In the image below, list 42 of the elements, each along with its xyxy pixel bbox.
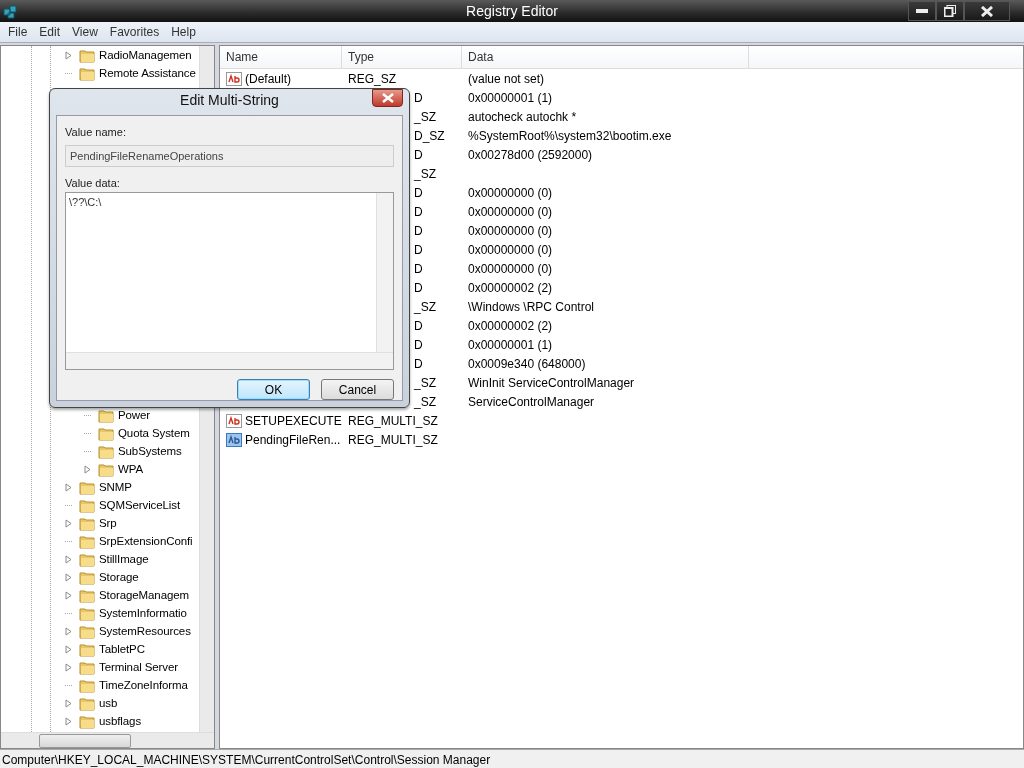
value-type: D (414, 242, 423, 257)
field-label: Value name: (65, 126, 127, 140)
value-type: D (414, 280, 423, 295)
value-type: REG_MULTI_SZ (348, 432, 438, 447)
value-data: %SystemRoot%\system32\bootim.exe (468, 128, 672, 143)
value-type: D (414, 261, 423, 276)
dialog-title: Edit Multi-String (180, 92, 279, 108)
value-data: autocheck autochk * (468, 109, 577, 124)
value-type: D (414, 223, 423, 238)
value-data: 0x00000002 (2) (468, 280, 553, 295)
value-type: _SZ (414, 109, 436, 124)
window-title: Registry Editor (466, 3, 558, 19)
value-type: D (414, 185, 423, 200)
value-type: D (414, 147, 423, 162)
value-data: WinInit ServiceControlManager (468, 375, 635, 390)
value-data: (value not set) (468, 71, 545, 86)
value-type: D_SZ (414, 128, 445, 143)
value-type: _SZ (414, 299, 436, 314)
value-data: 0x00000000 (0) (468, 242, 553, 257)
value-type: D (414, 356, 423, 371)
value-type: _SZ (414, 394, 436, 409)
value-data: 0x00278d00 (2592000) (468, 147, 593, 162)
value-type: _SZ (414, 166, 436, 181)
value-type: D (414, 318, 423, 333)
value-type: D (414, 90, 423, 105)
value-type: D (414, 204, 423, 219)
value-type: _SZ (414, 375, 436, 390)
value-data: 0x00000001 (1) (468, 337, 553, 352)
value-data: 0x00000001 (1) (468, 90, 553, 105)
field-label: Value data: (65, 177, 121, 191)
value-data: 0x00000002 (2) (468, 318, 553, 333)
status-path: Computer\HKEY_LOCAL_MACHINE\SYSTEM\CurrentControlSet\Control\Session Manager (2, 753, 491, 767)
value-type: REG_MULTI_SZ (348, 413, 438, 428)
value-type: D (414, 337, 423, 352)
value-data: \Windows \RPC Control (468, 299, 595, 314)
value-data: 0x00000000 (0) (468, 223, 553, 238)
value-data: 0x00000000 (0) (468, 185, 553, 200)
value-data: 0x0009e340 (648000) (468, 356, 586, 371)
value-data: ServiceControlManager (468, 394, 595, 409)
value-type: REG_SZ (348, 71, 396, 86)
value-data: 0x00000000 (0) (468, 261, 553, 276)
value-data: 0x00000000 (0) (468, 204, 553, 219)
